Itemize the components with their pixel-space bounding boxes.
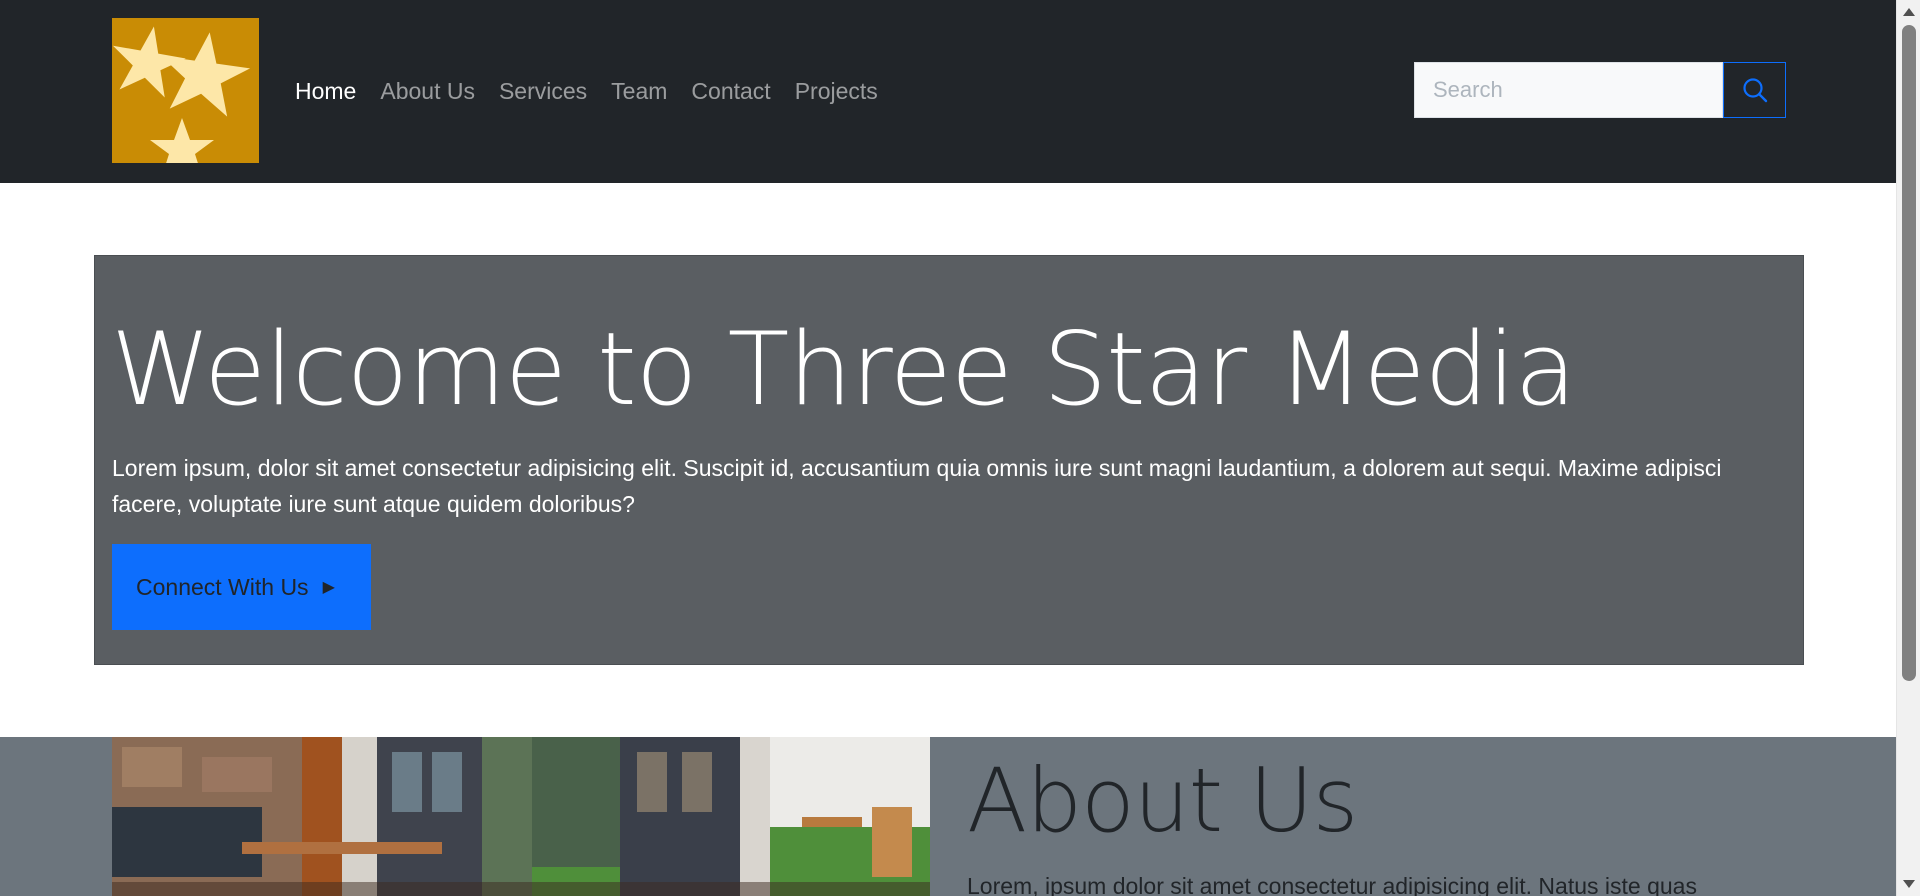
logo[interactable] bbox=[112, 18, 259, 163]
navbar: Home About Us Services Team Contact Proj… bbox=[0, 0, 1896, 183]
scroll-thumb[interactable] bbox=[1902, 25, 1916, 681]
office-photo-icon bbox=[112, 737, 930, 896]
search-icon bbox=[1742, 78, 1767, 103]
about-section: About Us Lorem, ipsum dolor sit amet con… bbox=[0, 737, 1896, 896]
nav-link-projects[interactable]: Projects bbox=[795, 75, 878, 108]
play-icon: ▶ bbox=[322, 579, 335, 596]
nav-links: Home About Us Services Team Contact Proj… bbox=[295, 75, 902, 108]
office-image bbox=[112, 737, 930, 896]
hero-title: Welcome to Three Star Media bbox=[111, 310, 1577, 428]
hero-text: Lorem ipsum, dolor sit amet consectetur … bbox=[112, 455, 1722, 517]
hero-section: Welcome to Three Star Media Lorem ipsum,… bbox=[94, 255, 1804, 665]
nav-link-team[interactable]: Team bbox=[611, 75, 667, 108]
nav-link-about-us[interactable]: About Us bbox=[380, 75, 475, 108]
about-title: About Us bbox=[967, 749, 1358, 852]
scrollbar[interactable] bbox=[1896, 0, 1920, 896]
nav-link-contact[interactable]: Contact bbox=[691, 75, 770, 108]
about-text: Lorem, ipsum dolor sit amet consectetur … bbox=[967, 873, 1697, 896]
search-input[interactable]: Search bbox=[1414, 62, 1723, 118]
nav-link-services[interactable]: Services bbox=[499, 75, 587, 108]
search-button[interactable] bbox=[1723, 62, 1786, 118]
connect-button-label: Connect With Us bbox=[136, 573, 309, 600]
three-stars-icon bbox=[112, 26, 251, 163]
nav-link-home[interactable]: Home bbox=[295, 75, 356, 108]
connect-button[interactable]: Connect With Us ▶ bbox=[112, 544, 371, 630]
scroll-up-icon[interactable] bbox=[1903, 8, 1915, 16]
scroll-down-icon[interactable] bbox=[1903, 880, 1915, 888]
